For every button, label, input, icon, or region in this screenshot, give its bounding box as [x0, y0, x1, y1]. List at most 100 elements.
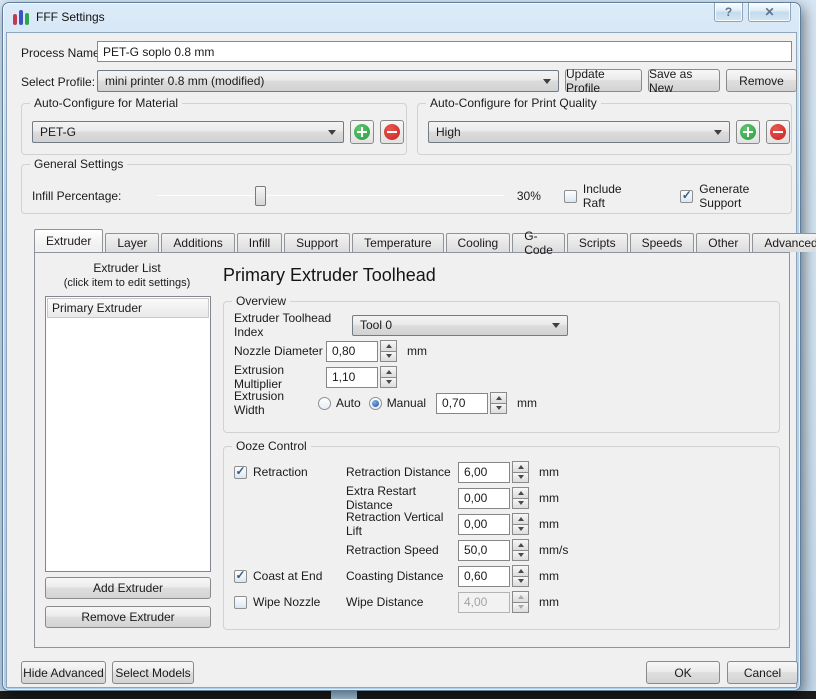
- auto-configure-quality-group: Auto-Configure for Print Quality High: [417, 96, 792, 155]
- select-models-button[interactable]: Select Models: [112, 661, 194, 684]
- spin-down-icon: [512, 498, 529, 509]
- wipe-distance-field: 4,00: [458, 591, 529, 613]
- help-button[interactable]: ?: [714, 3, 743, 22]
- spin-up-icon: [490, 392, 508, 404]
- toolhead-index-combobox[interactable]: Tool 0: [352, 314, 568, 336]
- wipe-nozzle-label: Wipe Nozzle: [253, 595, 321, 609]
- overview-title: Overview: [232, 294, 291, 308]
- remove-material-button[interactable]: [380, 120, 404, 144]
- spinner-buttons[interactable]: [512, 487, 529, 509]
- spin-down-icon: [380, 377, 397, 388]
- profile-combobox-value: mini printer 0.8 mm (modified): [105, 74, 265, 88]
- ok-button[interactable]: OK: [646, 661, 720, 684]
- remove-extruder-button[interactable]: Remove Extruder: [45, 606, 211, 628]
- generate-support-label: Generate Support: [699, 182, 750, 210]
- general-settings-title: General Settings: [30, 157, 128, 171]
- coasting-distance-unit: mm: [539, 569, 559, 583]
- extrusion-width-auto-label: Auto: [336, 396, 361, 410]
- include-raft-checkbox[interactable]: [563, 189, 577, 203]
- ooze-control-title: Ooze Control: [232, 439, 311, 453]
- infill-slider[interactable]: [157, 186, 504, 206]
- retraction-checkbox[interactable]: ✓: [234, 464, 247, 479]
- close-button[interactable]: ✕: [748, 3, 791, 22]
- extrusion-width-auto-radio[interactable]: [318, 396, 331, 410]
- retraction-distance-input[interactable]: 6,00: [458, 461, 510, 483]
- coast-at-end-checkbox[interactable]: ✓: [234, 569, 247, 583]
- wipe-nozzle-checkbox[interactable]: [234, 595, 247, 609]
- spin-up-icon: [380, 366, 397, 378]
- tab-infill[interactable]: Infill: [236, 233, 283, 252]
- extrusion-width-manual-radio[interactable]: [368, 396, 382, 410]
- coasting-distance-label: Coasting Distance: [346, 569, 444, 583]
- extra-restart-distance-field: 0,00: [458, 487, 529, 509]
- tab-layer[interactable]: Layer: [105, 233, 160, 252]
- list-item[interactable]: Primary Extruder: [47, 298, 209, 318]
- minus-icon: [384, 124, 400, 140]
- tab-gcode[interactable]: G-Code: [512, 229, 565, 257]
- coasting-distance-input[interactable]: 0,60: [458, 565, 510, 587]
- wipe-distance-label: Wipe Distance: [346, 595, 424, 609]
- remove-profile-button[interactable]: Remove: [726, 69, 797, 92]
- wipe-distance-unit: mm: [539, 595, 559, 609]
- material-combobox[interactable]: PET-G: [32, 121, 344, 143]
- coast-at-end-label: Coast at End: [253, 569, 323, 583]
- process-name-input[interactable]: PET-G soplo 0.8 mm: [97, 41, 792, 62]
- desktop-background: [0, 691, 816, 699]
- quality-combobox[interactable]: High: [428, 121, 730, 143]
- spinner-buttons[interactable]: [490, 392, 508, 414]
- tab-extruder[interactable]: Extruder: [34, 229, 104, 252]
- checkmark-icon: ✓: [235, 464, 246, 478]
- spinner-buttons[interactable]: [512, 539, 529, 561]
- retraction-speed-unit: mm/s: [539, 543, 569, 557]
- general-settings-group: General Settings Infill Percentage: 30% …: [21, 157, 792, 214]
- extrusion-width-input[interactable]: 0,70: [436, 392, 489, 414]
- include-raft-label: Include Raft: [582, 182, 622, 210]
- tab-other[interactable]: Other: [696, 233, 751, 252]
- spinner-buttons[interactable]: [380, 366, 397, 388]
- retraction-vertical-lift-label: Retraction Vertical Lift: [346, 510, 444, 538]
- add-material-button[interactable]: [350, 120, 374, 144]
- profile-combobox[interactable]: mini printer 0.8 mm (modified): [97, 70, 559, 92]
- tab-scripts[interactable]: Scripts: [566, 233, 628, 252]
- save-as-new-button[interactable]: Save as New: [648, 67, 720, 95]
- extra-restart-distance-input[interactable]: 0,00: [458, 487, 510, 509]
- extrusion-multiplier-field: 1,10: [326, 366, 397, 388]
- spin-up-icon: [512, 539, 529, 551]
- title-bar[interactable]: FFF Settings ? ✕: [3, 3, 800, 31]
- retraction-speed-input[interactable]: 50,0: [458, 539, 510, 561]
- tab-advanced[interactable]: Advanced: [752, 233, 816, 252]
- nozzle-diameter-unit: mm: [407, 344, 427, 358]
- tab-temperature[interactable]: Temperature: [352, 233, 444, 252]
- tab-additions[interactable]: Additions: [161, 233, 235, 252]
- extra-restart-distance-label: Extra Restart Distance: [346, 484, 417, 512]
- tab-cooling[interactable]: Cooling: [445, 233, 511, 252]
- hide-advanced-button[interactable]: Hide Advanced: [21, 661, 106, 684]
- extruder-list-hint: (click item to edit settings): [63, 277, 191, 289]
- extrusion-width-unit: mm: [517, 396, 538, 410]
- generate-support-checkbox[interactable]: ✓: [680, 189, 694, 203]
- spinner-buttons[interactable]: [380, 340, 397, 362]
- plus-icon: [740, 124, 756, 140]
- spinner-buttons[interactable]: [512, 461, 529, 483]
- spin-down-icon: [512, 550, 529, 561]
- remove-quality-button[interactable]: [766, 120, 790, 144]
- infill-percentage-label: Infill Percentage:: [32, 189, 122, 203]
- tab-support[interactable]: Support: [284, 233, 351, 252]
- spinner-buttons[interactable]: [512, 565, 529, 587]
- add-extruder-button[interactable]: Add Extruder: [45, 577, 211, 599]
- nozzle-diameter-input[interactable]: 0,80: [326, 340, 378, 362]
- select-profile-label: Select Profile:: [21, 75, 96, 89]
- extrusion-multiplier-label: Extrusion Multiplier: [234, 363, 285, 391]
- infill-slider-track[interactable]: [157, 195, 504, 196]
- tab-speeds[interactable]: Speeds: [629, 233, 695, 252]
- spin-down-icon: [512, 524, 529, 535]
- retraction-vertical-lift-input[interactable]: 0,00: [458, 513, 510, 535]
- extrusion-multiplier-input[interactable]: 1,10: [326, 366, 378, 388]
- extruder-listbox[interactable]: Primary Extruder: [45, 296, 211, 572]
- extruder-list-title: Extruder List: [93, 261, 161, 275]
- infill-slider-thumb[interactable]: [255, 186, 267, 206]
- cancel-button[interactable]: Cancel: [727, 661, 798, 684]
- spinner-buttons[interactable]: [512, 513, 529, 535]
- update-profile-button[interactable]: Update Profile: [565, 67, 642, 95]
- add-quality-button[interactable]: [736, 120, 760, 144]
